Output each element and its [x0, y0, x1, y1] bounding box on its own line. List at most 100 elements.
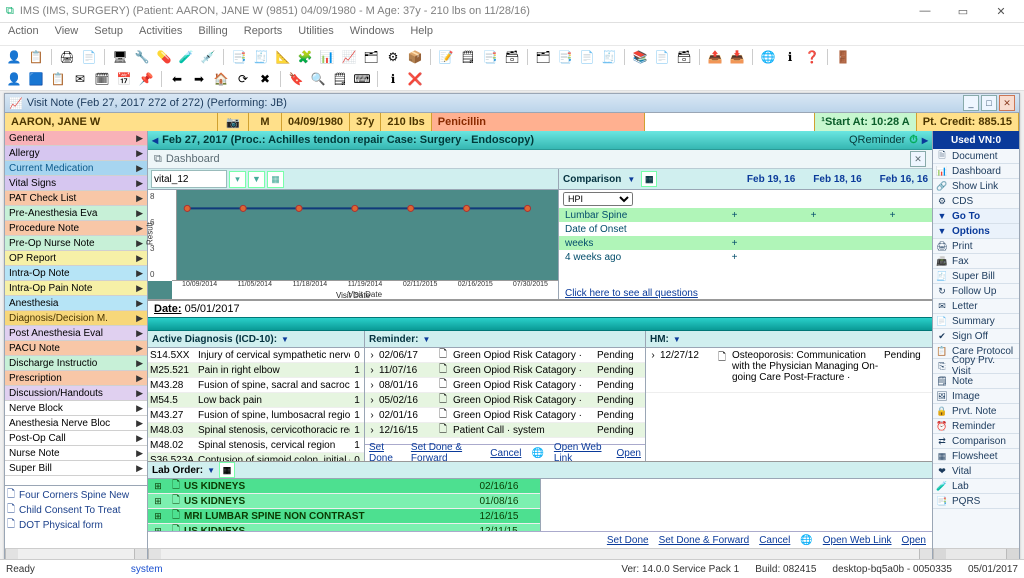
- sidebar-item[interactable]: Post Anesthesia Eval▶: [5, 326, 147, 341]
- reminder-action[interactable]: Open Web Link: [554, 442, 607, 464]
- toolbar-button[interactable]: 💉: [198, 47, 218, 67]
- reminder-action[interactable]: Open: [617, 448, 641, 459]
- toolbar-button[interactable]: 📑: [480, 47, 500, 67]
- toolbar-button[interactable]: ℹ: [780, 47, 800, 67]
- reminder-row[interactable]: ›08/01/16🗋Green Opiod Risk Catagory · Pe…: [365, 378, 645, 393]
- menu-billing[interactable]: Billing: [198, 25, 227, 43]
- right-item[interactable]: ▼Options: [933, 224, 1019, 239]
- right-item[interactable]: ⇄Comparison: [933, 434, 1019, 449]
- toolbar-button[interactable]: 🗃: [502, 47, 522, 67]
- reminder-row[interactable]: ›02/06/17🗋Green Opiod Risk Catagory · Pe…: [365, 348, 645, 363]
- hm-action[interactable]: Set Done: [607, 535, 649, 546]
- sidebar-item[interactable]: Pre-Anesthesia Eva▶: [5, 206, 147, 221]
- form-item[interactable]: 🗋DOT Physical form: [7, 518, 145, 533]
- toolbar-button[interactable]: ⬅: [167, 69, 187, 89]
- toolbar-button[interactable]: 🌐: [758, 47, 778, 67]
- reminder-action[interactable]: Set Done & Forward: [411, 442, 480, 464]
- reminder-action[interactable]: Cancel: [490, 448, 521, 459]
- toolbar-button[interactable]: 📚: [630, 47, 650, 67]
- toolbar-button[interactable]: 🔧: [132, 47, 152, 67]
- toolbar-button[interactable]: 👤: [4, 47, 24, 67]
- sidebar-item[interactable]: Current Medication▶: [5, 161, 147, 176]
- sidebar-item[interactable]: PACU Note▶: [5, 341, 147, 356]
- sidebar-item[interactable]: Pre-Op Nurse Note▶: [5, 236, 147, 251]
- filter-icon[interactable]: ▼: [422, 335, 430, 344]
- reminder-action[interactable]: Set Done: [369, 442, 401, 464]
- sidebar-item[interactable]: Nurse Note▶: [5, 446, 147, 461]
- sidebar-item[interactable]: OP Report▶: [5, 251, 147, 266]
- sidebar-item[interactable]: Anesthesia Nerve Bloc▶: [5, 416, 147, 431]
- diag-row[interactable]: M25.521Pain in right elbow1: [148, 363, 364, 378]
- sidebar-item[interactable]: Intra-Op Pain Note▶: [5, 281, 147, 296]
- sidebar-item[interactable]: Post-Op Call▶: [5, 431, 147, 446]
- toolbar-button[interactable]: 📌: [136, 69, 156, 89]
- right-item[interactable]: ✔Sign Off: [933, 329, 1019, 344]
- chart-dropdown-icon[interactable]: ▾: [229, 171, 246, 188]
- right-item[interactable]: 🖨Print: [933, 239, 1019, 254]
- toolbar-button[interactable]: 🗃: [674, 47, 694, 67]
- right-item[interactable]: ❤Vital: [933, 464, 1019, 479]
- sidebar-item[interactable]: Intra-Op Note▶: [5, 266, 147, 281]
- toolbar-button[interactable]: 🖥: [110, 47, 130, 67]
- toolbar-button[interactable]: 🔍: [308, 69, 328, 89]
- right-item[interactable]: 🖼Image: [933, 389, 1019, 404]
- filter-icon[interactable]: ▼: [207, 466, 215, 475]
- toolbar-button[interactable]: 📅: [114, 69, 134, 89]
- menu-reports[interactable]: Reports: [244, 25, 283, 43]
- sidebar-item[interactable]: Diagnosis/Decision M.▶: [5, 311, 147, 326]
- filter-icon[interactable]: ▼: [248, 171, 265, 188]
- maximize-button[interactable]: ▭: [946, 2, 980, 20]
- grid-icon[interactable]: ▦: [267, 171, 284, 188]
- menu-setup[interactable]: Setup: [94, 25, 123, 43]
- sidebar-item[interactable]: Discussion/Handouts▶: [5, 386, 147, 401]
- chart-series-select[interactable]: [151, 170, 227, 188]
- right-item[interactable]: 📠Fax: [933, 254, 1019, 269]
- right-item[interactable]: 🔒Prvt. Note: [933, 404, 1019, 419]
- right-item[interactable]: ↻Follow Up: [933, 284, 1019, 299]
- toolbar-button[interactable]: 📑: [229, 47, 249, 67]
- toolbar-button[interactable]: 👤: [4, 69, 24, 89]
- right-item[interactable]: 📑PQRS: [933, 494, 1019, 509]
- diag-row[interactable]: S36.523AContusion of sigmoid colon, init…: [148, 453, 364, 461]
- diag-row[interactable]: S14.5XXInjury of cervical sympathetic ne…: [148, 348, 364, 363]
- toolbar-button[interactable]: ❌: [405, 69, 425, 89]
- menu-windows[interactable]: Windows: [350, 25, 395, 43]
- toolbar-button[interactable]: 📐: [273, 47, 293, 67]
- sidebar-item[interactable]: Vital Signs▶: [5, 176, 147, 191]
- right-item[interactable]: 📊Dashboard: [933, 164, 1019, 179]
- toolbar-button[interactable]: ⟳: [233, 69, 253, 89]
- right-item[interactable]: ▼Go To: [933, 209, 1019, 224]
- menu-help[interactable]: Help: [410, 25, 433, 43]
- toolbar-button[interactable]: 🖨: [57, 47, 77, 67]
- toolbar-button[interactable]: ❓: [802, 47, 822, 67]
- sidebar-item[interactable]: Nerve Block▶: [5, 401, 147, 416]
- form-item[interactable]: 🗋Child Consent To Treat: [7, 503, 145, 518]
- grid-icon[interactable]: ▦: [641, 171, 657, 187]
- minimize-button[interactable]: —: [908, 2, 942, 20]
- toolbar-button[interactable]: 📄: [577, 47, 597, 67]
- right-item[interactable]: 🗎Document: [933, 149, 1019, 164]
- right-item[interactable]: 🧪Lab: [933, 479, 1019, 494]
- lab-row[interactable]: ⊞🗋US KIDNEYS12/11/15: [148, 524, 540, 531]
- right-item[interactable]: ⚙CDS: [933, 194, 1019, 209]
- toolbar-button[interactable]: 🗒: [330, 69, 350, 89]
- filter-icon[interactable]: ▼: [673, 335, 681, 344]
- toolbar-button[interactable]: 🧾: [251, 47, 271, 67]
- toolbar-button[interactable]: ⚙: [383, 47, 403, 67]
- diag-row[interactable]: M43.27Fusion of spine, lumbosacral regio…: [148, 408, 364, 423]
- sidebar-item[interactable]: Procedure Note▶: [5, 221, 147, 236]
- reminder-row[interactable]: ›11/07/16🗋Green Opiod Risk Catagory · Pe…: [365, 363, 645, 378]
- toolbar-button[interactable]: ✉: [70, 69, 90, 89]
- right-item[interactable]: ▦Flowsheet: [933, 449, 1019, 464]
- toolbar-button[interactable]: 🧪: [176, 47, 196, 67]
- filter-icon[interactable]: ▼: [627, 175, 635, 184]
- reminder-row[interactable]: ›02/01/16🗋Green Opiod Risk Catagory · Pe…: [365, 408, 645, 423]
- form-item[interactable]: 🗋Four Corners Spine New: [7, 488, 145, 503]
- lab-row[interactable]: ⊞🗋US KIDNEYS02/16/16: [148, 479, 540, 494]
- nav-prev-icon[interactable]: ◀: [152, 136, 158, 145]
- right-item[interactable]: 🧾Super Bill: [933, 269, 1019, 284]
- toolbar-button[interactable]: 📝: [436, 47, 456, 67]
- toolbar-button[interactable]: 📋: [26, 47, 46, 67]
- vn-max-button[interactable]: □: [981, 95, 997, 111]
- dash-close-button[interactable]: ✕: [910, 151, 926, 167]
